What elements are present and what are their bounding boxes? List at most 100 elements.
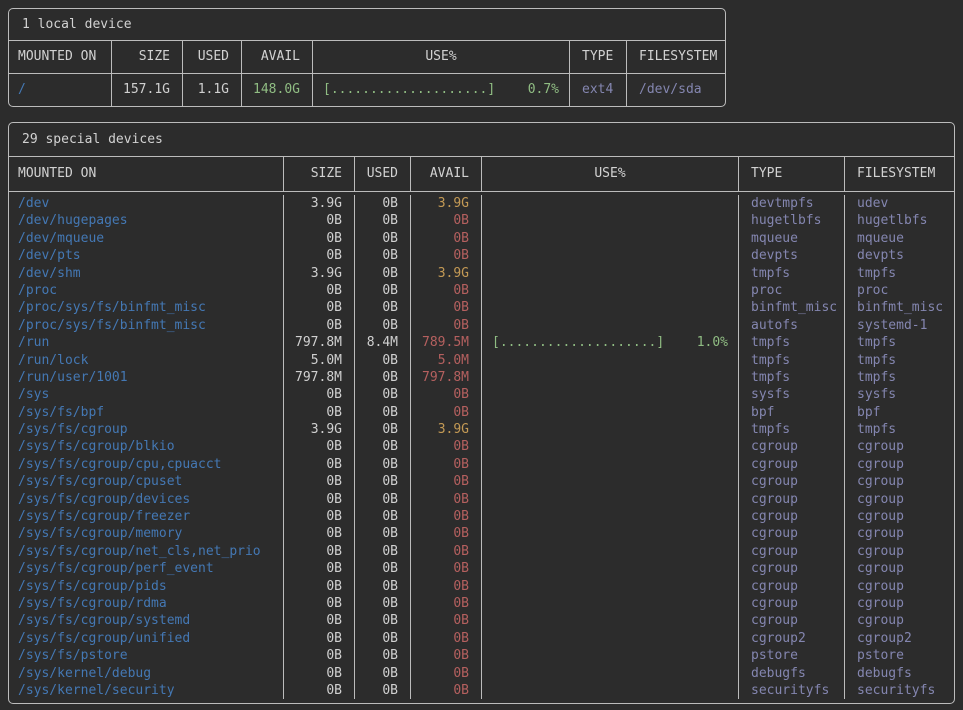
used-cell: 0B	[354, 525, 410, 542]
used-cell: 0B	[354, 369, 410, 386]
size-cell: 797.8M	[283, 369, 354, 386]
use-percent-cell	[481, 595, 738, 612]
filesystem-cell: binfmt_misc	[844, 299, 954, 316]
use-percent-cell: [....................]1.0%	[481, 334, 738, 351]
size-cell: 157.1G	[111, 74, 182, 106]
filesystem-cell: devpts	[844, 247, 954, 264]
use-percent-cell	[481, 525, 738, 542]
device-row: /sys/fs/cgroup/memory 0B 0B 0B cgroup cg…	[9, 525, 954, 542]
avail-cell: 0B	[410, 317, 481, 334]
use-percent-cell	[481, 421, 738, 438]
device-row: /dev/shm 3.9G 0B 3.9G tmpfs tmpfs	[9, 265, 954, 282]
avail-cell: 797.8M	[410, 369, 481, 386]
avail-cell: 0B	[410, 456, 481, 473]
usage-percent: 1.0%	[697, 334, 728, 351]
avail-cell: 0B	[410, 525, 481, 542]
use-percent-cell	[481, 438, 738, 455]
type-cell: tmpfs	[738, 334, 844, 351]
use-percent-cell	[481, 578, 738, 595]
size-cell: 797.8M	[283, 334, 354, 351]
used-cell: 0B	[354, 299, 410, 316]
used-cell: 0B	[354, 438, 410, 455]
size-cell: 0B	[283, 647, 354, 664]
used-cell: 0B	[354, 421, 410, 438]
mounted-on-cell: /run	[9, 334, 283, 351]
local-devices-body: / 157.1G 1.1G 148.0G [..................…	[9, 74, 725, 106]
type-cell: devtmpfs	[738, 195, 844, 212]
device-row: /proc/sys/fs/binfmt_misc 0B 0B 0B autofs…	[9, 317, 954, 334]
mounted-on-cell: /sys/fs/cgroup/systemd	[9, 612, 283, 629]
type-cell: proc	[738, 282, 844, 299]
filesystem-cell: hugetlbfs	[844, 212, 954, 229]
filesystem-cell: tmpfs	[844, 352, 954, 369]
device-row: /run/lock 5.0M 0B 5.0M tmpfs tmpfs	[9, 352, 954, 369]
use-percent-cell	[481, 195, 738, 212]
avail-cell: 3.9G	[410, 265, 481, 282]
special-devices-title: 29 special devices	[9, 123, 954, 157]
filesystem-cell: tmpfs	[844, 334, 954, 351]
used-cell: 0B	[354, 543, 410, 560]
use-percent-cell	[481, 543, 738, 560]
avail-cell: 0B	[410, 578, 481, 595]
device-row: /dev 3.9G 0B 3.9G devtmpfs udev	[9, 195, 954, 212]
device-row: /sys/fs/cgroup/blkio 0B 0B 0B cgroup cgr…	[9, 438, 954, 455]
filesystem-cell: cgroup	[844, 456, 954, 473]
mounted-on-cell: /dev	[9, 195, 283, 212]
size-cell: 0B	[283, 543, 354, 560]
type-cell: tmpfs	[738, 369, 844, 386]
local-header-row: MOUNTED ON SIZE USED AVAIL USE% TYPE FIL…	[9, 41, 725, 74]
size-cell: 0B	[283, 630, 354, 647]
type-cell: cgroup	[738, 473, 844, 490]
avail-cell: 0B	[410, 543, 481, 560]
use-percent-cell	[481, 352, 738, 369]
used-cell: 1.1G	[182, 74, 241, 106]
device-row: /sys/fs/cgroup/freezer 0B 0B 0B cgroup c…	[9, 508, 954, 525]
filesystem-cell: cgroup	[844, 595, 954, 612]
size-cell: 0B	[283, 665, 354, 682]
mounted-on-cell: /dev/mqueue	[9, 230, 283, 247]
avail-cell: 0B	[410, 560, 481, 577]
avail-cell: 0B	[410, 438, 481, 455]
col-header-used: USED	[182, 41, 241, 73]
avail-cell: 3.9G	[410, 421, 481, 438]
device-row: /sys 0B 0B 0B sysfs sysfs	[9, 386, 954, 403]
size-cell: 0B	[283, 525, 354, 542]
mounted-on-cell: /run/lock	[9, 352, 283, 369]
mounted-on-cell: /sys	[9, 386, 283, 403]
device-row: /sys/fs/cgroup/systemd 0B 0B 0B cgroup c…	[9, 612, 954, 629]
col-header-mounted-on: MOUNTED ON	[9, 41, 111, 73]
avail-cell: 148.0G	[241, 74, 312, 106]
used-cell: 0B	[354, 682, 410, 699]
filesystem-cell: cgroup	[844, 578, 954, 595]
used-cell: 0B	[354, 473, 410, 490]
mounted-on-cell: /sys/fs/cgroup/pids	[9, 578, 283, 595]
size-cell: 0B	[283, 491, 354, 508]
col-header-mounted-on: MOUNTED ON	[9, 157, 283, 191]
device-row: /sys/fs/cgroup/perf_event 0B 0B 0B cgrou…	[9, 560, 954, 577]
type-cell: autofs	[738, 317, 844, 334]
use-percent-cell	[481, 508, 738, 525]
used-cell: 0B	[354, 578, 410, 595]
device-row: /dev/hugepages 0B 0B 0B hugetlbfs hugetl…	[9, 212, 954, 229]
avail-cell: 0B	[410, 230, 481, 247]
avail-cell: 0B	[410, 386, 481, 403]
type-cell: hugetlbfs	[738, 212, 844, 229]
filesystem-cell: pstore	[844, 647, 954, 664]
use-percent-cell	[481, 630, 738, 647]
device-row: / 157.1G 1.1G 148.0G [..................…	[9, 74, 725, 106]
usage-bar: [....................]	[323, 74, 495, 106]
avail-cell: 0B	[410, 647, 481, 664]
type-cell: cgroup	[738, 525, 844, 542]
type-cell: mqueue	[738, 230, 844, 247]
avail-cell: 0B	[410, 612, 481, 629]
device-row: /dev/pts 0B 0B 0B devpts devpts	[9, 247, 954, 264]
use-percent-cell	[481, 682, 738, 699]
size-cell: 3.9G	[283, 265, 354, 282]
type-cell: cgroup2	[738, 630, 844, 647]
filesystem-cell: cgroup	[844, 508, 954, 525]
used-cell: 0B	[354, 647, 410, 664]
used-cell: 0B	[354, 352, 410, 369]
use-percent-cell	[481, 299, 738, 316]
type-cell: securityfs	[738, 682, 844, 699]
mounted-on-cell: /proc/sys/fs/binfmt_misc	[9, 299, 283, 316]
